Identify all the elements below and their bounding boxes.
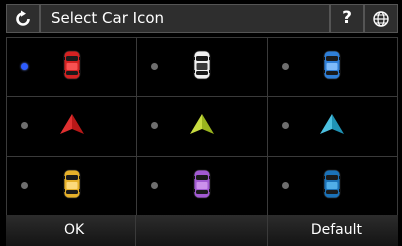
radio-button[interactable] bbox=[281, 63, 289, 71]
bottom-bar: OK Default bbox=[6, 215, 398, 246]
car-icon-option[interactable] bbox=[267, 38, 397, 97]
car-icon bbox=[323, 50, 342, 84]
arrow-icon bbox=[189, 113, 215, 139]
radio-button[interactable] bbox=[21, 122, 28, 130]
radio-button[interactable] bbox=[151, 122, 159, 130]
car-icon bbox=[192, 169, 211, 203]
ok-button[interactable]: OK bbox=[6, 215, 136, 246]
car-icon-option[interactable] bbox=[7, 156, 137, 215]
back-button[interactable] bbox=[6, 4, 40, 33]
car-icon-option[interactable] bbox=[267, 97, 397, 156]
top-bar: Select Car Icon ? bbox=[0, 0, 402, 37]
car-icon bbox=[62, 169, 81, 203]
car-icon-option[interactable] bbox=[137, 38, 267, 97]
radio-button[interactable] bbox=[21, 181, 28, 189]
car-icon-option[interactable] bbox=[7, 97, 137, 156]
car-icon-option[interactable] bbox=[137, 97, 267, 156]
radio-button[interactable] bbox=[281, 181, 289, 189]
car-icon-option[interactable] bbox=[7, 38, 137, 97]
car-icon-grid bbox=[6, 37, 398, 215]
car-icon bbox=[323, 169, 342, 203]
arrow-icon bbox=[319, 113, 345, 139]
language-button[interactable] bbox=[364, 4, 398, 33]
globe-icon bbox=[373, 11, 389, 27]
spacer bbox=[136, 215, 268, 246]
car-icon-option[interactable] bbox=[137, 156, 267, 215]
car-icon-option[interactable] bbox=[267, 156, 397, 215]
default-button[interactable]: Default bbox=[268, 215, 398, 246]
car-icon bbox=[62, 50, 81, 84]
refresh-back-icon bbox=[16, 10, 30, 26]
radio-button[interactable] bbox=[151, 181, 159, 189]
radio-button[interactable] bbox=[21, 63, 28, 71]
radio-button[interactable] bbox=[281, 122, 289, 130]
page-title: Select Car Icon bbox=[40, 4, 330, 33]
arrow-icon bbox=[59, 113, 85, 139]
radio-button[interactable] bbox=[151, 63, 159, 71]
help-button[interactable]: ? bbox=[330, 4, 364, 33]
car-icon bbox=[192, 50, 211, 84]
